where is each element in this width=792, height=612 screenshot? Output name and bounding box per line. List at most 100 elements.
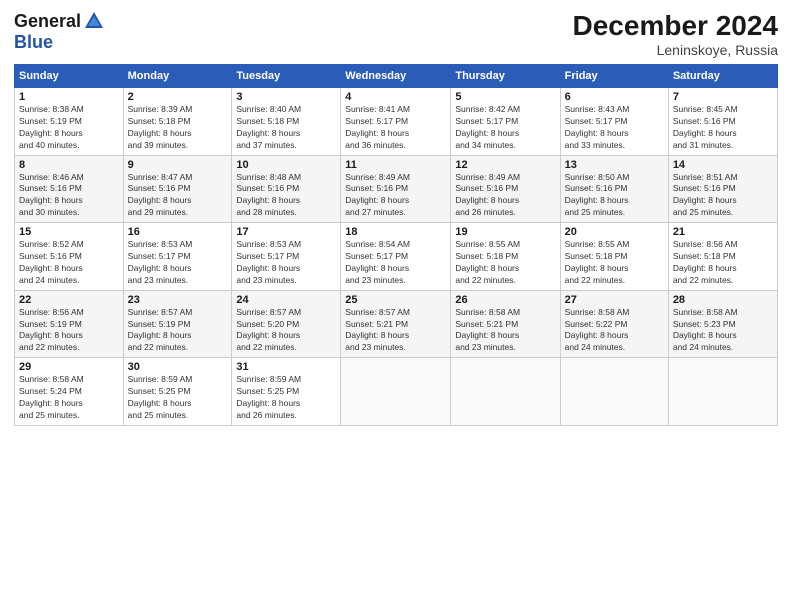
day-info: Sunrise: 8:49 AMSunset: 5:16 PMDaylight:… xyxy=(345,172,446,220)
calendar-header-row: Sunday Monday Tuesday Wednesday Thursday… xyxy=(15,65,778,88)
calendar-cell: 22Sunrise: 8:56 AMSunset: 5:19 PMDayligh… xyxy=(15,290,124,358)
calendar-week-4: 22Sunrise: 8:56 AMSunset: 5:19 PMDayligh… xyxy=(15,290,778,358)
calendar-cell: 24Sunrise: 8:57 AMSunset: 5:20 PMDayligh… xyxy=(232,290,341,358)
day-number: 16 xyxy=(128,226,228,238)
main-container: General Blue December 2024 Leninskoye, R… xyxy=(0,0,792,432)
day-number: 3 xyxy=(236,91,336,103)
calendar-week-3: 15Sunrise: 8:52 AMSunset: 5:16 PMDayligh… xyxy=(15,223,778,291)
col-saturday: Saturday xyxy=(668,65,777,88)
calendar-cell: 6Sunrise: 8:43 AMSunset: 5:17 PMDaylight… xyxy=(560,88,668,156)
calendar-cell xyxy=(668,358,777,426)
day-number: 5 xyxy=(455,91,555,103)
calendar-cell: 5Sunrise: 8:42 AMSunset: 5:17 PMDaylight… xyxy=(451,88,560,156)
calendar-cell: 2Sunrise: 8:39 AMSunset: 5:18 PMDaylight… xyxy=(123,88,232,156)
title-block: December 2024 Leninskoye, Russia xyxy=(573,10,778,58)
calendar-week-5: 29Sunrise: 8:58 AMSunset: 5:24 PMDayligh… xyxy=(15,358,778,426)
day-info: Sunrise: 8:47 AMSunset: 5:16 PMDaylight:… xyxy=(128,172,228,220)
calendar-cell: 15Sunrise: 8:52 AMSunset: 5:16 PMDayligh… xyxy=(15,223,124,291)
col-tuesday: Tuesday xyxy=(232,65,341,88)
calendar-week-1: 1Sunrise: 8:38 AMSunset: 5:19 PMDaylight… xyxy=(15,88,778,156)
day-number: 9 xyxy=(128,159,228,171)
day-info: Sunrise: 8:57 AMSunset: 5:20 PMDaylight:… xyxy=(236,307,336,355)
day-number: 14 xyxy=(673,159,773,171)
day-number: 24 xyxy=(236,294,336,306)
day-number: 10 xyxy=(236,159,336,171)
logo-icon xyxy=(83,10,105,32)
day-number: 6 xyxy=(565,91,664,103)
day-number: 12 xyxy=(455,159,555,171)
day-info: Sunrise: 8:43 AMSunset: 5:17 PMDaylight:… xyxy=(565,104,664,152)
day-info: Sunrise: 8:49 AMSunset: 5:16 PMDaylight:… xyxy=(455,172,555,220)
calendar-cell: 31Sunrise: 8:59 AMSunset: 5:25 PMDayligh… xyxy=(232,358,341,426)
col-monday: Monday xyxy=(123,65,232,88)
day-info: Sunrise: 8:40 AMSunset: 5:18 PMDaylight:… xyxy=(236,104,336,152)
calendar-cell: 19Sunrise: 8:55 AMSunset: 5:18 PMDayligh… xyxy=(451,223,560,291)
calendar-cell: 7Sunrise: 8:45 AMSunset: 5:16 PMDaylight… xyxy=(668,88,777,156)
day-number: 30 xyxy=(128,361,228,373)
day-number: 25 xyxy=(345,294,446,306)
day-info: Sunrise: 8:53 AMSunset: 5:17 PMDaylight:… xyxy=(128,239,228,287)
day-number: 8 xyxy=(19,159,119,171)
calendar-cell: 23Sunrise: 8:57 AMSunset: 5:19 PMDayligh… xyxy=(123,290,232,358)
day-number: 13 xyxy=(565,159,664,171)
calendar-cell xyxy=(560,358,668,426)
calendar-cell: 25Sunrise: 8:57 AMSunset: 5:21 PMDayligh… xyxy=(341,290,451,358)
day-info: Sunrise: 8:53 AMSunset: 5:17 PMDaylight:… xyxy=(236,239,336,287)
day-info: Sunrise: 8:48 AMSunset: 5:16 PMDaylight:… xyxy=(236,172,336,220)
calendar-cell: 10Sunrise: 8:48 AMSunset: 5:16 PMDayligh… xyxy=(232,155,341,223)
day-info: Sunrise: 8:59 AMSunset: 5:25 PMDaylight:… xyxy=(128,374,228,422)
day-info: Sunrise: 8:52 AMSunset: 5:16 PMDaylight:… xyxy=(19,239,119,287)
day-number: 20 xyxy=(565,226,664,238)
day-number: 1 xyxy=(19,91,119,103)
calendar-cell: 29Sunrise: 8:58 AMSunset: 5:24 PMDayligh… xyxy=(15,358,124,426)
calendar-cell: 13Sunrise: 8:50 AMSunset: 5:16 PMDayligh… xyxy=(560,155,668,223)
calendar-cell: 30Sunrise: 8:59 AMSunset: 5:25 PMDayligh… xyxy=(123,358,232,426)
logo: General Blue xyxy=(14,10,105,53)
day-info: Sunrise: 8:39 AMSunset: 5:18 PMDaylight:… xyxy=(128,104,228,152)
calendar-cell: 21Sunrise: 8:56 AMSunset: 5:18 PMDayligh… xyxy=(668,223,777,291)
logo-general-text: General xyxy=(14,11,81,32)
calendar-cell xyxy=(451,358,560,426)
day-number: 4 xyxy=(345,91,446,103)
day-info: Sunrise: 8:56 AMSunset: 5:19 PMDaylight:… xyxy=(19,307,119,355)
col-thursday: Thursday xyxy=(451,65,560,88)
day-info: Sunrise: 8:41 AMSunset: 5:17 PMDaylight:… xyxy=(345,104,446,152)
day-number: 29 xyxy=(19,361,119,373)
day-number: 11 xyxy=(345,159,446,171)
calendar-cell: 27Sunrise: 8:58 AMSunset: 5:22 PMDayligh… xyxy=(560,290,668,358)
day-info: Sunrise: 8:54 AMSunset: 5:17 PMDaylight:… xyxy=(345,239,446,287)
calendar-week-2: 8Sunrise: 8:46 AMSunset: 5:16 PMDaylight… xyxy=(15,155,778,223)
day-info: Sunrise: 8:38 AMSunset: 5:19 PMDaylight:… xyxy=(19,104,119,152)
day-number: 28 xyxy=(673,294,773,306)
day-info: Sunrise: 8:58 AMSunset: 5:23 PMDaylight:… xyxy=(673,307,773,355)
day-info: Sunrise: 8:45 AMSunset: 5:16 PMDaylight:… xyxy=(673,104,773,152)
day-number: 22 xyxy=(19,294,119,306)
day-info: Sunrise: 8:59 AMSunset: 5:25 PMDaylight:… xyxy=(236,374,336,422)
calendar-cell: 9Sunrise: 8:47 AMSunset: 5:16 PMDaylight… xyxy=(123,155,232,223)
day-info: Sunrise: 8:58 AMSunset: 5:24 PMDaylight:… xyxy=(19,374,119,422)
day-number: 31 xyxy=(236,361,336,373)
day-info: Sunrise: 8:58 AMSunset: 5:22 PMDaylight:… xyxy=(565,307,664,355)
calendar-cell: 1Sunrise: 8:38 AMSunset: 5:19 PMDaylight… xyxy=(15,88,124,156)
day-number: 23 xyxy=(128,294,228,306)
day-number: 15 xyxy=(19,226,119,238)
col-sunday: Sunday xyxy=(15,65,124,88)
calendar-cell: 16Sunrise: 8:53 AMSunset: 5:17 PMDayligh… xyxy=(123,223,232,291)
calendar-cell: 12Sunrise: 8:49 AMSunset: 5:16 PMDayligh… xyxy=(451,155,560,223)
calendar-cell: 17Sunrise: 8:53 AMSunset: 5:17 PMDayligh… xyxy=(232,223,341,291)
day-number: 19 xyxy=(455,226,555,238)
day-number: 17 xyxy=(236,226,336,238)
day-number: 7 xyxy=(673,91,773,103)
calendar-location: Leninskoye, Russia xyxy=(573,42,778,58)
day-info: Sunrise: 8:50 AMSunset: 5:16 PMDaylight:… xyxy=(565,172,664,220)
day-number: 2 xyxy=(128,91,228,103)
col-friday: Friday xyxy=(560,65,668,88)
calendar-cell: 3Sunrise: 8:40 AMSunset: 5:18 PMDaylight… xyxy=(232,88,341,156)
day-info: Sunrise: 8:55 AMSunset: 5:18 PMDaylight:… xyxy=(565,239,664,287)
calendar-cell: 8Sunrise: 8:46 AMSunset: 5:16 PMDaylight… xyxy=(15,155,124,223)
day-number: 26 xyxy=(455,294,555,306)
calendar-cell: 4Sunrise: 8:41 AMSunset: 5:17 PMDaylight… xyxy=(341,88,451,156)
day-number: 21 xyxy=(673,226,773,238)
day-number: 18 xyxy=(345,226,446,238)
calendar-title: December 2024 xyxy=(573,10,778,42)
